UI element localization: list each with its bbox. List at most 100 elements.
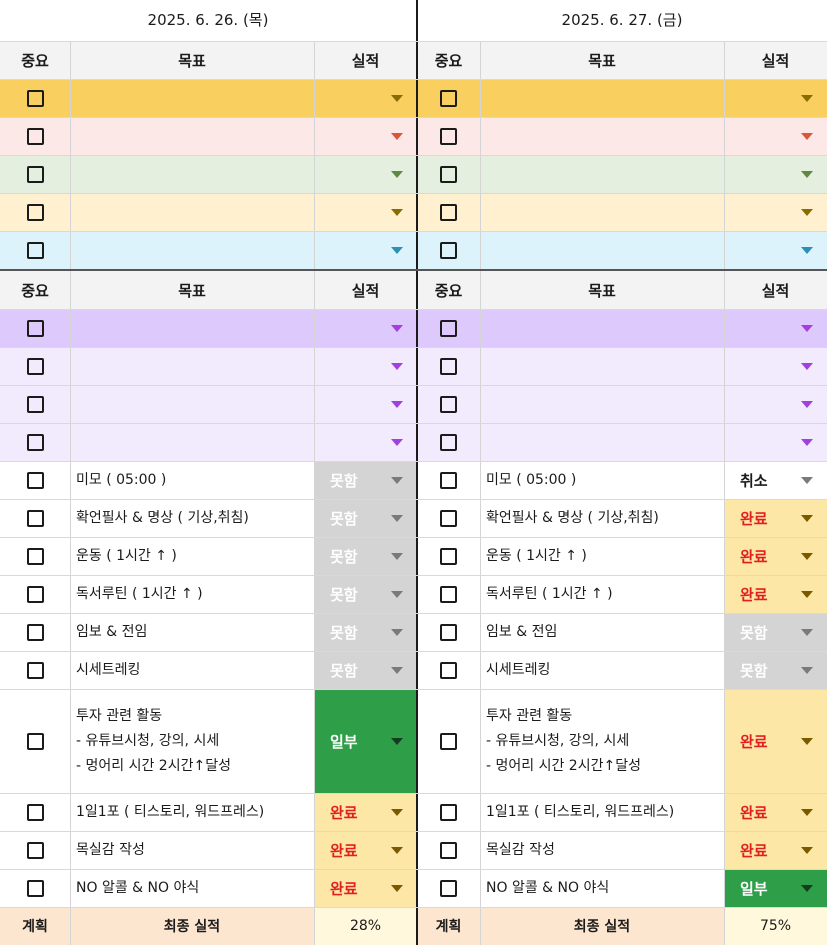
- result-dropdown[interactable]: [314, 309, 417, 347]
- result-dropdown[interactable]: 완료: [314, 793, 417, 831]
- importance-checkbox[interactable]: [440, 879, 457, 897]
- goal-text-cell[interactable]: 미모 ( 05:00 ): [70, 461, 314, 499]
- result-dropdown[interactable]: [314, 79, 417, 117]
- importance-checkbox[interactable]: [26, 241, 44, 259]
- importance-checkbox[interactable]: [26, 803, 44, 821]
- goal-input-cell[interactable]: [70, 193, 314, 231]
- importance-checkbox[interactable]: [26, 585, 44, 603]
- importance-checkbox[interactable]: [440, 357, 457, 375]
- importance-checkbox[interactable]: [26, 879, 44, 897]
- result-dropdown[interactable]: 완료: [724, 831, 827, 869]
- goal-text-cell[interactable]: 임보 & 전임: [480, 613, 724, 651]
- goal-text-cell[interactable]: 임보 & 전임: [70, 613, 314, 651]
- result-dropdown[interactable]: [314, 193, 417, 231]
- importance-checkbox[interactable]: [440, 319, 457, 337]
- goal-text-cell[interactable]: NO 알콜 & NO 야식: [480, 869, 724, 907]
- goal-input-cell[interactable]: [70, 385, 314, 423]
- goal-input-cell[interactable]: [70, 231, 314, 269]
- goal-input-cell[interactable]: [480, 79, 724, 117]
- result-dropdown[interactable]: 못함: [724, 651, 827, 689]
- goal-text-cell[interactable]: 목실감 작성: [480, 831, 724, 869]
- result-dropdown[interactable]: 못함: [724, 613, 827, 651]
- result-dropdown[interactable]: [724, 309, 827, 347]
- goal-text-cell[interactable]: 운동 ( 1시간 ↑ ): [480, 537, 724, 575]
- importance-checkbox[interactable]: [26, 841, 44, 859]
- goal-input-cell[interactable]: [480, 231, 724, 269]
- goal-input-cell[interactable]: [480, 385, 724, 423]
- result-dropdown[interactable]: [724, 117, 827, 155]
- importance-checkbox[interactable]: [440, 203, 457, 221]
- result-dropdown[interactable]: [314, 117, 417, 155]
- goal-input-cell[interactable]: [70, 423, 314, 461]
- importance-checkbox[interactable]: [26, 89, 44, 107]
- goal-text-cell[interactable]: 1일1포 ( 티스토리, 워드프레스): [480, 793, 724, 831]
- result-dropdown[interactable]: 완료: [724, 793, 827, 831]
- result-dropdown[interactable]: [314, 155, 417, 193]
- importance-checkbox[interactable]: [26, 203, 44, 221]
- result-dropdown[interactable]: [724, 347, 827, 385]
- result-dropdown[interactable]: 취소: [724, 461, 827, 499]
- result-dropdown[interactable]: [724, 385, 827, 423]
- importance-checkbox[interactable]: [26, 319, 44, 337]
- importance-checkbox[interactable]: [440, 803, 457, 821]
- importance-checkbox[interactable]: [440, 89, 457, 107]
- goal-input-cell[interactable]: [480, 309, 724, 347]
- result-dropdown[interactable]: 못함: [314, 613, 417, 651]
- result-dropdown[interactable]: [314, 231, 417, 269]
- result-dropdown[interactable]: 완료: [724, 499, 827, 537]
- goal-text-cell[interactable]: 확언필사 & 명상 ( 기상,취침): [480, 499, 724, 537]
- result-dropdown[interactable]: 못함: [314, 651, 417, 689]
- goal-text-cell[interactable]: 미모 ( 05:00 ): [480, 461, 724, 499]
- result-dropdown[interactable]: 완료: [724, 689, 827, 793]
- importance-checkbox[interactable]: [26, 547, 44, 565]
- importance-checkbox[interactable]: [26, 509, 44, 527]
- goal-text-cell[interactable]: 독서루틴 ( 1시간 ↑ ): [70, 575, 314, 613]
- goal-text-cell[interactable]: 운동 ( 1시간 ↑ ): [70, 537, 314, 575]
- importance-checkbox[interactable]: [440, 841, 457, 859]
- importance-checkbox[interactable]: [440, 471, 457, 489]
- result-dropdown[interactable]: 일부: [724, 869, 827, 907]
- result-dropdown[interactable]: [314, 347, 417, 385]
- goal-input-cell[interactable]: [70, 155, 314, 193]
- goal-text-cell[interactable]: 투자 관련 활동 - 유튜브시청, 강의, 시세 - 멍어리 시간 2시간↑달성: [480, 689, 724, 793]
- goal-input-cell[interactable]: [480, 193, 724, 231]
- importance-checkbox[interactable]: [26, 165, 44, 183]
- result-dropdown[interactable]: [724, 193, 827, 231]
- result-dropdown[interactable]: [314, 385, 417, 423]
- importance-checkbox[interactable]: [440, 509, 457, 527]
- result-dropdown[interactable]: 완료: [314, 831, 417, 869]
- goal-text-cell[interactable]: 시세트레킹: [70, 651, 314, 689]
- importance-checkbox[interactable]: [26, 661, 44, 679]
- importance-checkbox[interactable]: [440, 241, 457, 259]
- importance-checkbox[interactable]: [440, 732, 457, 750]
- importance-checkbox[interactable]: [440, 585, 457, 603]
- goal-text-cell[interactable]: 확언필사 & 명상 ( 기상,취침): [70, 499, 314, 537]
- goal-input-cell[interactable]: [70, 117, 314, 155]
- importance-checkbox[interactable]: [26, 623, 44, 641]
- result-dropdown[interactable]: 완료: [724, 575, 827, 613]
- result-dropdown[interactable]: 못함: [314, 499, 417, 537]
- importance-checkbox[interactable]: [440, 547, 457, 565]
- importance-checkbox[interactable]: [26, 357, 44, 375]
- importance-checkbox[interactable]: [440, 127, 457, 145]
- result-dropdown[interactable]: [724, 79, 827, 117]
- result-dropdown[interactable]: 완료: [724, 537, 827, 575]
- goal-input-cell[interactable]: [480, 423, 724, 461]
- goal-text-cell[interactable]: 시세트레킹: [480, 651, 724, 689]
- result-dropdown[interactable]: 완료: [314, 869, 417, 907]
- importance-checkbox[interactable]: [26, 471, 44, 489]
- goal-text-cell[interactable]: 독서루틴 ( 1시간 ↑ ): [480, 575, 724, 613]
- importance-checkbox[interactable]: [26, 395, 44, 413]
- result-dropdown[interactable]: 못함: [314, 537, 417, 575]
- result-dropdown[interactable]: [724, 155, 827, 193]
- importance-checkbox[interactable]: [440, 661, 457, 679]
- goal-input-cell[interactable]: [480, 347, 724, 385]
- goal-text-cell[interactable]: 1일1포 ( 티스토리, 워드프레스): [70, 793, 314, 831]
- importance-checkbox[interactable]: [26, 127, 44, 145]
- goal-input-cell[interactable]: [480, 155, 724, 193]
- goal-input-cell[interactable]: [480, 117, 724, 155]
- importance-checkbox[interactable]: [26, 732, 44, 750]
- goal-text-cell[interactable]: 목실감 작성: [70, 831, 314, 869]
- result-dropdown[interactable]: [314, 423, 417, 461]
- importance-checkbox[interactable]: [440, 165, 457, 183]
